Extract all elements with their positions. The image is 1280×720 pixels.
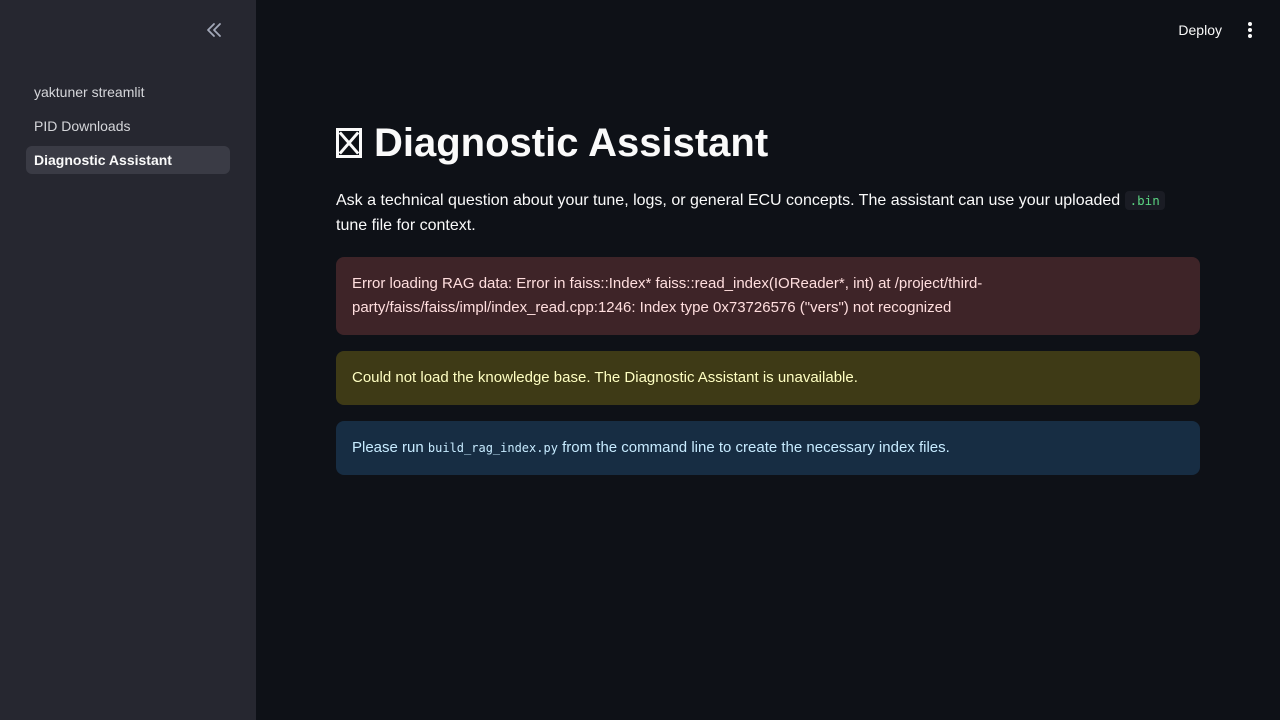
page-title: Diagnostic Assistant xyxy=(336,118,1200,168)
warning-alert: Could not load the knowledge base. The D… xyxy=(336,351,1200,405)
vertical-ellipsis-icon xyxy=(1248,22,1252,38)
header-actions: Deploy xyxy=(1170,16,1260,44)
sidebar-item-yaktuner-streamlit[interactable]: yaktuner streamlit xyxy=(26,78,230,106)
sidebar-item-diagnostic-assistant[interactable]: Diagnostic Assistant xyxy=(26,146,230,174)
double-chevron-left-icon xyxy=(207,23,221,37)
warning-alert-text: Could not load the knowledge base. The D… xyxy=(352,369,858,386)
info-code: build_rag_index.py xyxy=(427,441,558,455)
intro-paragraph: Ask a technical question about your tune… xyxy=(336,188,1200,238)
intro-code: .bin xyxy=(1124,191,1165,210)
main-content: Diagnostic Assistant Ask a technical que… xyxy=(336,118,1200,475)
collapse-sidebar-button[interactable] xyxy=(200,16,228,44)
info-text-before: Please run xyxy=(352,439,428,456)
sidebar-nav: yaktuner streamlit PID Downloads Diagnos… xyxy=(26,78,230,180)
sidebar-item-label: yaktuner streamlit xyxy=(34,84,145,100)
sidebar-item-label: PID Downloads xyxy=(34,118,131,134)
intro-text-before: Ask a technical question about your tune… xyxy=(336,192,1125,209)
info-alert: Please run build_rag_index.py from the c… xyxy=(336,421,1200,475)
error-alert-text: Error loading RAG data: Error in faiss::… xyxy=(352,275,983,316)
main-menu-button[interactable] xyxy=(1240,16,1260,44)
sidebar: yaktuner streamlit PID Downloads Diagnos… xyxy=(0,0,256,720)
info-text-after: from the command line to create the nece… xyxy=(557,439,950,456)
sidebar-item-label: Diagnostic Assistant xyxy=(34,152,172,168)
page-title-text: Diagnostic Assistant xyxy=(374,121,769,165)
error-alert: Error loading RAG data: Error in faiss::… xyxy=(336,257,1200,335)
missing-glyph-icon xyxy=(336,128,362,158)
deploy-button[interactable]: Deploy xyxy=(1170,18,1230,42)
intro-text-after: tune file for context. xyxy=(336,217,476,234)
sidebar-item-pid-downloads[interactable]: PID Downloads xyxy=(26,112,230,140)
